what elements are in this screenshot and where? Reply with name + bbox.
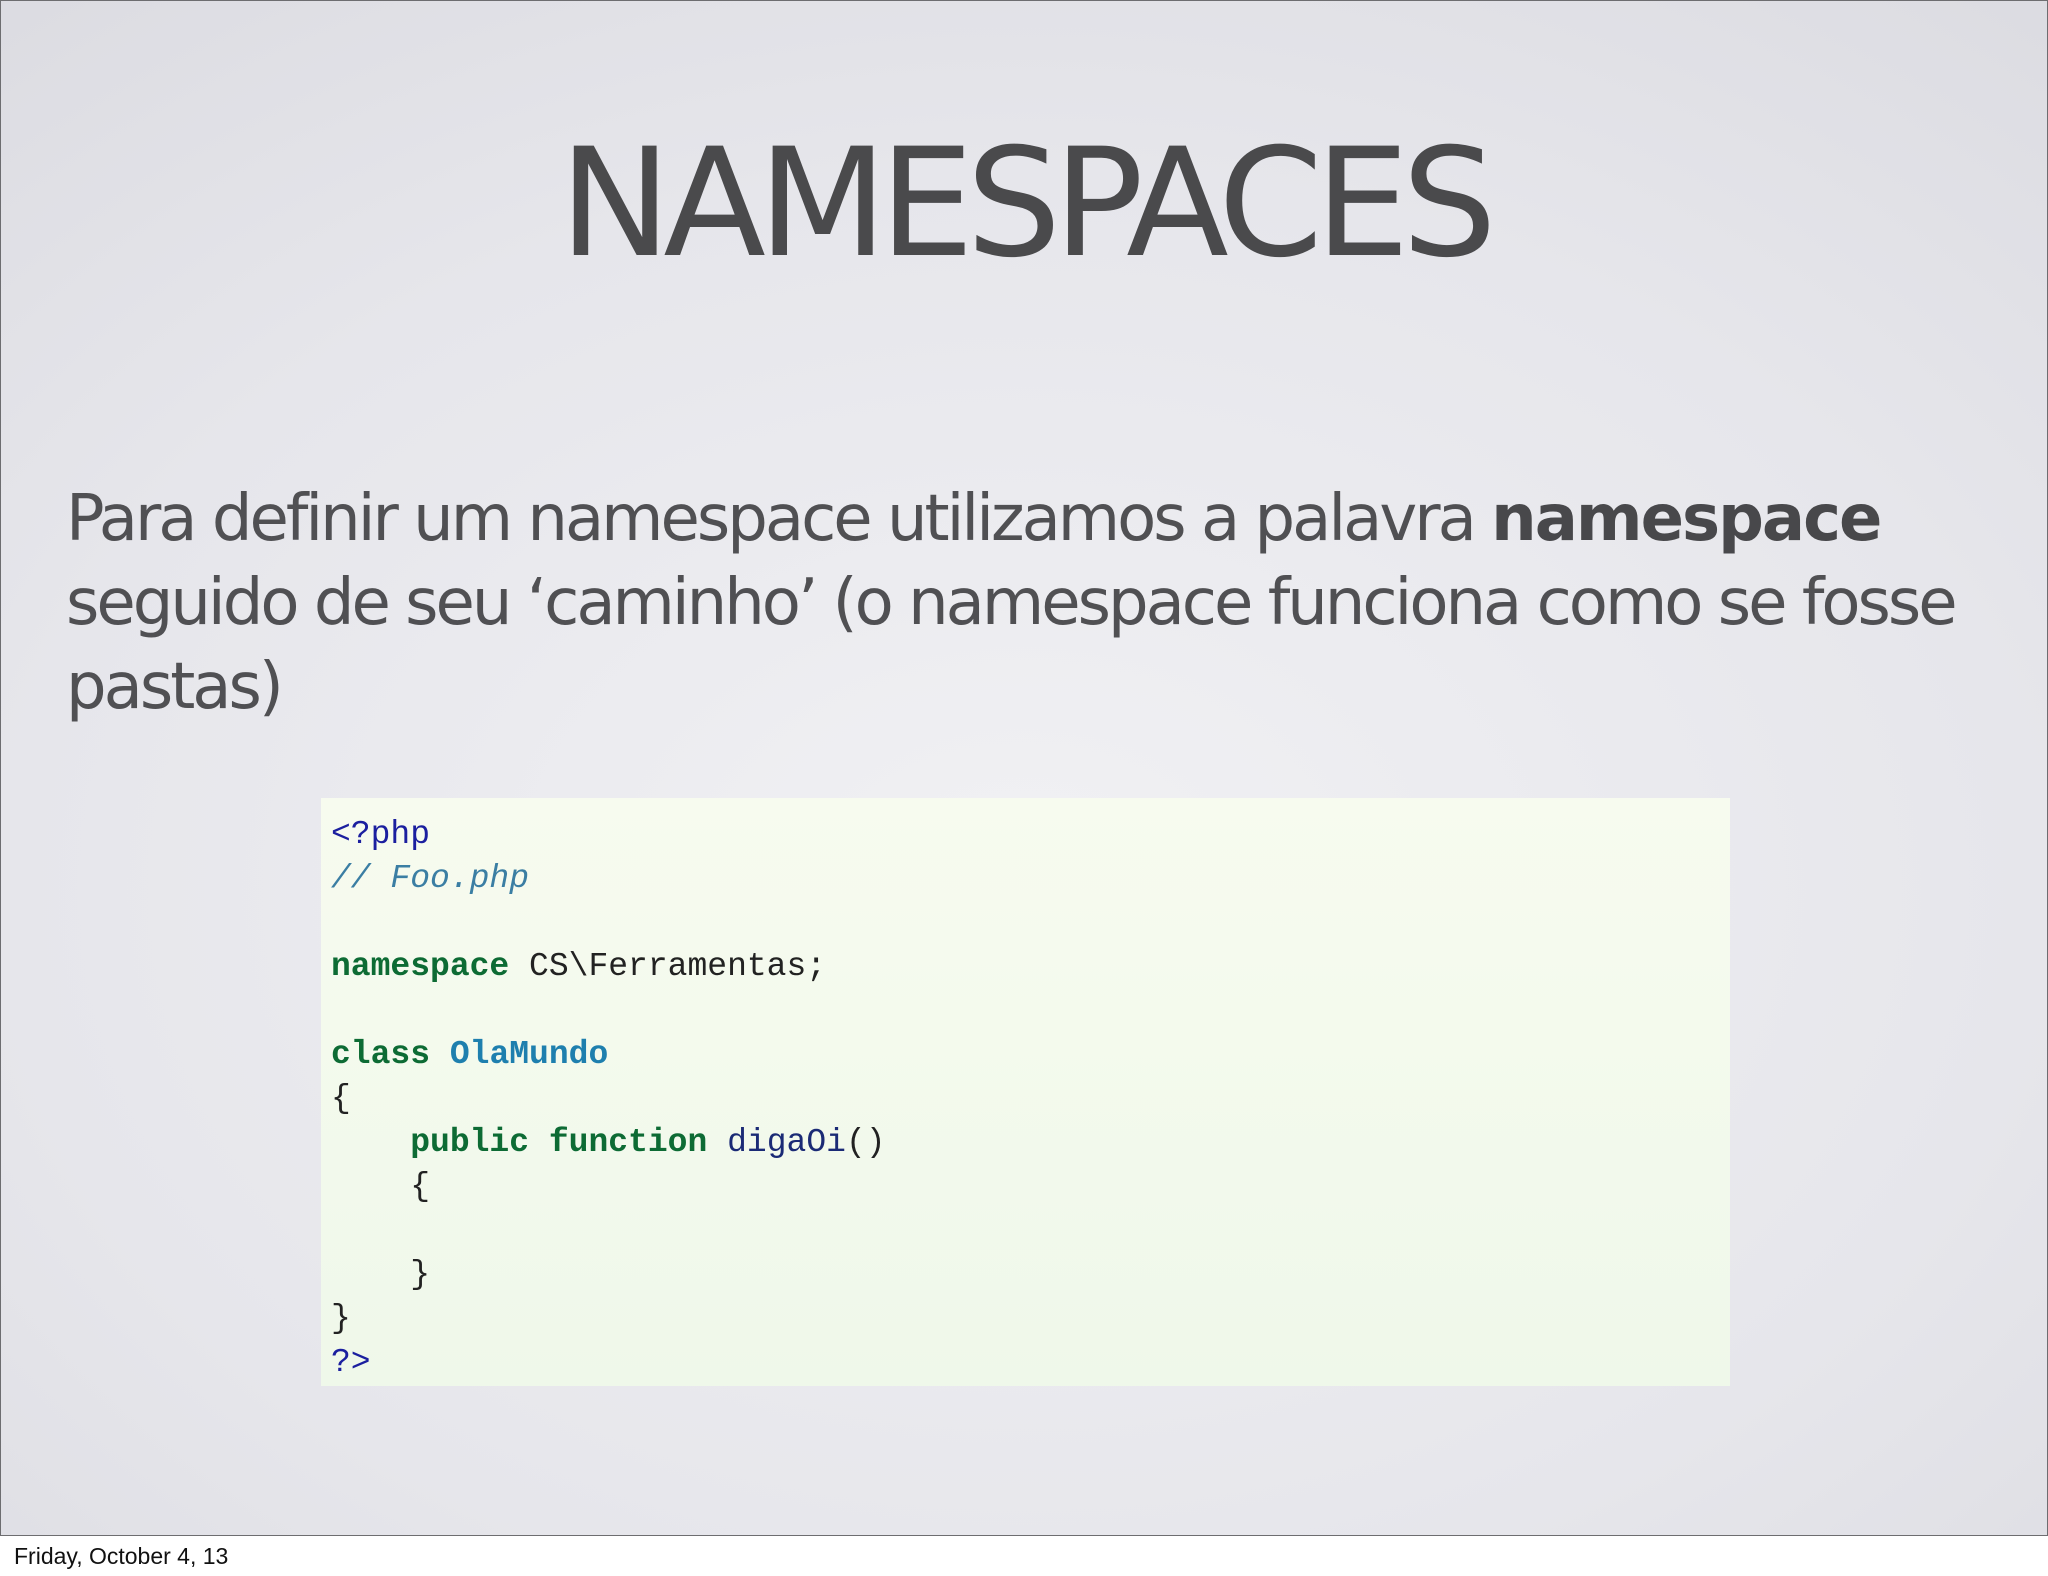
code-line: } [331, 1253, 1730, 1297]
method-parens: () [845, 1124, 886, 1161]
code-block: <?php // Foo.php namespace CS\Ferramenta… [321, 798, 1730, 1386]
code-line: ?> [331, 1341, 1730, 1385]
body-line-1: Para definir um namespace utilizamos a p… [66, 477, 1986, 561]
namespace-keyword: namespace [331, 948, 510, 985]
body-keyword: namespace [1491, 482, 1882, 556]
code-comment: // Foo.php [331, 860, 530, 897]
method-name: digaOi [727, 1124, 846, 1161]
body-line-3: pastas) [66, 650, 284, 724]
slide-body-text: Para definir um namespace utilizamos a p… [66, 477, 1986, 729]
class-keyword: class [331, 1036, 431, 1073]
php-open-tag: <?php [331, 816, 431, 853]
code-line: // Foo.php [331, 857, 1730, 901]
namespace-path: CS\Ferramentas; [509, 948, 827, 985]
inner-brace-close: } [331, 1256, 431, 1293]
code-line: public function digaOi() [331, 1121, 1730, 1165]
footer-date: Friday, October 4, 13 [14, 1543, 229, 1569]
code-line: } [331, 1297, 1730, 1341]
brace-close: } [331, 1300, 351, 1337]
body-line-1-text: Para definir um namespace utilizamos a p… [66, 482, 1492, 556]
code-line: { [331, 1077, 1730, 1121]
code-line: class OlaMundo [331, 1033, 1730, 1077]
php-close-tag: ?> [331, 1344, 371, 1381]
inner-brace-open: { [331, 1168, 431, 1205]
class-name: OlaMundo [449, 1036, 609, 1073]
code-line: <?php [331, 813, 1730, 857]
body-line-2: seguido de seu ‘caminho’ (o namespace fu… [66, 566, 1958, 640]
brace-open: { [331, 1080, 351, 1117]
slide: NAMESPACES Para definir um namespace uti… [0, 0, 2048, 1536]
code-line: { [331, 1165, 1730, 1209]
code-line: namespace CS\Ferramentas; [331, 945, 1730, 989]
function-keyword: function [548, 1124, 708, 1161]
public-keyword: public [410, 1124, 530, 1161]
slide-title: NAMESPACES [559, 117, 1497, 291]
